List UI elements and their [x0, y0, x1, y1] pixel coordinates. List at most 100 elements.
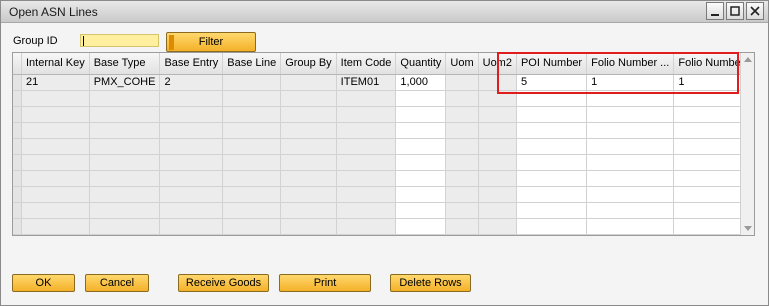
scroll-down-icon[interactable]	[744, 226, 752, 231]
row-header[interactable]	[13, 90, 22, 107]
filter-button[interactable]: Filter	[166, 32, 256, 52]
table-row-empty[interactable]	[13, 218, 754, 235]
grid-cell[interactable]	[280, 186, 337, 203]
grid-cell[interactable]	[280, 90, 337, 107]
grid-cell[interactable]	[516, 154, 588, 171]
grid-cell[interactable]	[159, 138, 224, 155]
column-header[interactable]: Uom	[445, 53, 479, 75]
row-header[interactable]	[13, 122, 22, 139]
grid-cell[interactable]	[445, 202, 479, 219]
cell-base-type[interactable]: PMX_COHE	[89, 74, 161, 91]
column-header[interactable]: Folio Number ...	[586, 53, 675, 75]
grid-cell[interactable]	[395, 170, 447, 187]
grid-cell[interactable]	[586, 186, 675, 203]
grid-cell[interactable]	[280, 218, 337, 235]
grid-cell[interactable]	[586, 218, 675, 235]
grid-cell[interactable]	[21, 90, 90, 107]
grid-cell[interactable]	[478, 90, 517, 107]
column-header[interactable]: Item Code	[336, 53, 397, 75]
grid-cell[interactable]	[222, 90, 282, 107]
cell-item-code[interactable]: ITEM01	[336, 74, 397, 91]
column-header[interactable]: Quantity	[395, 53, 447, 75]
grid-cell[interactable]	[445, 122, 479, 139]
grid-cell[interactable]	[89, 170, 161, 187]
grid-cell[interactable]	[395, 218, 447, 235]
column-header[interactable]: Uom2	[478, 53, 517, 75]
grid-cell[interactable]	[89, 106, 161, 123]
column-header[interactable]: Base Type	[89, 53, 161, 75]
maximize-button[interactable]	[726, 2, 744, 20]
cell-base-line[interactable]	[222, 74, 282, 91]
minimize-button[interactable]	[706, 2, 724, 20]
grid-vertical-scrollbar[interactable]	[740, 53, 754, 235]
grid-cell[interactable]	[445, 186, 479, 203]
grid-cell[interactable]	[159, 90, 224, 107]
grid-cell[interactable]	[21, 186, 90, 203]
grid-cell[interactable]	[395, 154, 447, 171]
cell-uom2[interactable]	[478, 74, 517, 91]
grid-cell[interactable]	[222, 170, 282, 187]
row-header[interactable]	[13, 218, 22, 235]
group-id-input[interactable]	[80, 34, 159, 47]
grid-cell[interactable]	[21, 122, 90, 139]
grid-cell[interactable]	[516, 218, 588, 235]
grid-cell[interactable]	[478, 138, 517, 155]
grid-cell[interactable]	[336, 218, 397, 235]
grid-cell[interactable]	[445, 90, 479, 107]
grid-cell[interactable]	[478, 122, 517, 139]
grid-cell[interactable]	[159, 218, 224, 235]
table-row-empty[interactable]	[13, 170, 754, 187]
column-header[interactable]: Base Entry	[159, 53, 224, 75]
grid-cell[interactable]	[159, 170, 224, 187]
grid-cell[interactable]	[478, 154, 517, 171]
grid-cell[interactable]	[336, 122, 397, 139]
grid-cell[interactable]	[586, 138, 675, 155]
grid-cell[interactable]	[516, 138, 588, 155]
grid-cell[interactable]	[478, 186, 517, 203]
grid-cell[interactable]	[586, 106, 675, 123]
grid-cell[interactable]	[159, 154, 224, 171]
cell-folio-number-1[interactable]: 1	[586, 74, 675, 91]
cell-poi-number[interactable]: 5	[516, 74, 588, 91]
table-row-empty[interactable]	[13, 122, 754, 139]
grid-cell[interactable]	[395, 106, 447, 123]
receive-goods-button[interactable]: Receive Goods	[178, 274, 269, 292]
grid-cell[interactable]	[395, 122, 447, 139]
row-header[interactable]	[13, 202, 22, 219]
grid-cell[interactable]	[280, 202, 337, 219]
table-row-empty[interactable]	[13, 90, 754, 107]
table-row-empty[interactable]	[13, 106, 754, 123]
grid-cell[interactable]	[478, 106, 517, 123]
grid-cell[interactable]	[586, 202, 675, 219]
grid-cell[interactable]	[516, 202, 588, 219]
row-header[interactable]	[13, 74, 22, 91]
delete-rows-button[interactable]: Delete Rows	[390, 274, 471, 292]
table-row-empty[interactable]	[13, 154, 754, 171]
grid-cell[interactable]	[222, 106, 282, 123]
row-header[interactable]	[13, 138, 22, 155]
print-button[interactable]: Print	[279, 274, 371, 292]
cell-quantity[interactable]: 1,000	[395, 74, 447, 91]
grid-cell[interactable]	[21, 154, 90, 171]
column-header[interactable]: Internal Key	[21, 53, 90, 75]
grid-cell[interactable]	[586, 170, 675, 187]
grid-cell[interactable]	[586, 122, 675, 139]
grid-cell[interactable]	[89, 186, 161, 203]
cell-group-by[interactable]	[280, 74, 337, 91]
grid-cell[interactable]	[445, 218, 479, 235]
column-header[interactable]: POI Number	[516, 53, 588, 75]
ok-button[interactable]: OK	[12, 274, 75, 292]
grid-cell[interactable]	[395, 186, 447, 203]
grid-cell[interactable]	[445, 138, 479, 155]
row-header[interactable]	[13, 170, 22, 187]
grid-cell[interactable]	[478, 202, 517, 219]
grid-cell[interactable]	[516, 170, 588, 187]
grid-cell[interactable]	[336, 170, 397, 187]
cell-internal-key[interactable]: 21	[21, 74, 90, 91]
row-header[interactable]	[13, 106, 22, 123]
grid-cell[interactable]	[336, 106, 397, 123]
scroll-up-icon[interactable]	[744, 57, 752, 62]
grid-cell[interactable]	[586, 154, 675, 171]
column-header[interactable]: Group By	[280, 53, 337, 75]
grid-cell[interactable]	[89, 138, 161, 155]
